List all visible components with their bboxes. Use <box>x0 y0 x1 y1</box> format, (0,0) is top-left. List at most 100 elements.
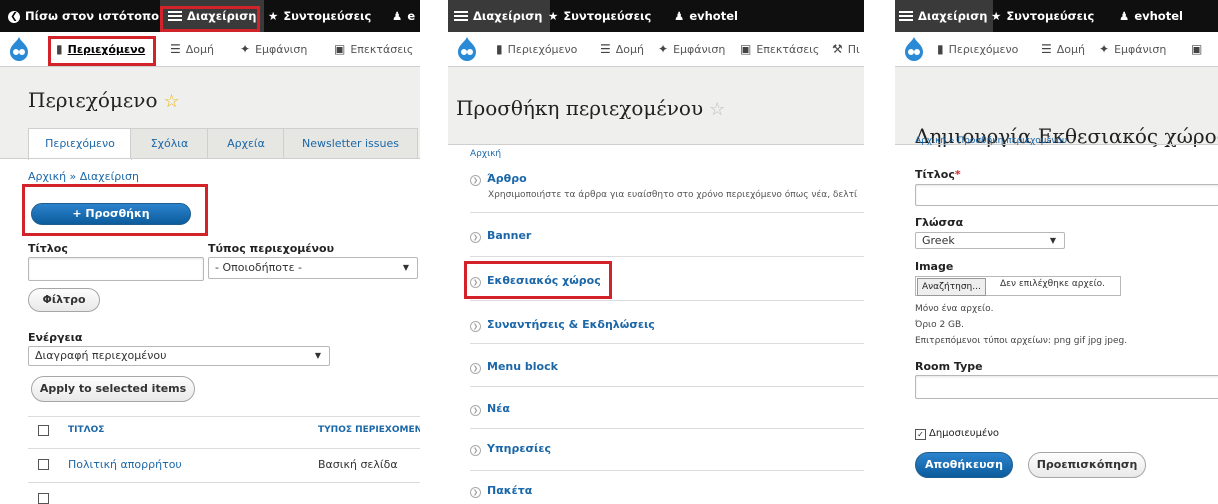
content-type-article[interactable]: ❯ Άρθρο <box>470 172 527 186</box>
apply-selected-button[interactable]: Apply to selected items <box>31 376 195 402</box>
structure-icon: ☰ <box>170 42 181 56</box>
toolbar-manage[interactable]: Διαχείριση <box>895 0 994 32</box>
content-type-banner[interactable]: ❯ Banner <box>470 229 531 243</box>
title-label: Τίτλος* <box>915 168 961 181</box>
content-type-news[interactable]: ❯ Νέα <box>470 402 510 416</box>
language-label: Γλώσσα <box>915 216 964 229</box>
structure-icon: ☰ <box>1041 42 1052 56</box>
tray-extensions[interactable]: ▣ <box>1191 32 1207 66</box>
preview-button[interactable]: Προεπισκόπηση <box>1028 452 1146 478</box>
chevron-right-icon: ❯ <box>470 321 481 332</box>
list-divider <box>470 300 864 301</box>
dropdown-arrow-icon: ▼ <box>402 263 409 272</box>
drupal-logo-icon <box>905 37 923 61</box>
toolbar-user[interactable]: ♟ evhotel <box>1119 0 1183 32</box>
user-icon: ♟ <box>1119 9 1130 23</box>
breadcrumb-separator: » <box>949 136 955 146</box>
content-type-select[interactable]: - Οποιοδήποτε - ▼ <box>208 257 418 279</box>
room-type-label: Room Type <box>915 360 983 373</box>
action-select[interactable]: Διαγραφή περιεχομένου ▼ <box>28 346 330 366</box>
breadcrumb-home[interactable]: Αρχική <box>28 170 66 183</box>
image-file-field: Αναζήτηση... Δεν επιλέχθηκε αρχείο. <box>915 276 1121 296</box>
highlight-content <box>48 36 156 66</box>
tab-comments[interactable]: Σχόλια <box>130 128 209 159</box>
chevron-right-icon: ❯ <box>470 363 481 374</box>
tray-more[interactable]: ⚒ Πι <box>832 32 860 66</box>
breadcrumb: Αρχική » Προσθήκη περιεχομένου <box>915 136 1067 146</box>
admin-toolbar: Διαχείριση ★ Συντομεύσεις ♟ evhotel <box>895 0 1218 32</box>
breadcrumb-home[interactable]: Αρχική <box>470 149 501 159</box>
tray-structure[interactable]: ☰ Δομή <box>170 32 214 66</box>
back-to-site-link[interactable]: ❮ Πίσω στον ιστότοπο <box>8 0 159 32</box>
required-mark: * <box>954 168 961 181</box>
filter-button[interactable]: Φίλτρο <box>28 288 100 312</box>
row-title-link[interactable]: Πολιτική απορρήτου <box>68 458 182 471</box>
tray-extensions[interactable]: ▣ Επεκτάσεις <box>334 32 413 66</box>
image-label: Image <box>915 260 954 273</box>
tray-appearance[interactable]: ✦ Εμφάνιση <box>240 32 307 66</box>
toolbar-shortcuts[interactable]: ★ Συντομεύσεις <box>548 0 651 32</box>
page-title: Περιεχόμενο ☆ <box>28 88 180 112</box>
drupal-logo-icon <box>10 37 28 61</box>
table-header-line <box>28 448 420 449</box>
highlight-exhibition-space <box>464 261 612 299</box>
content-type-meetings-events[interactable]: ❯ Συναντήσεις & Εκδηλώσεις <box>470 318 655 332</box>
room-type-input[interactable] <box>915 375 1218 399</box>
select-all-checkbox[interactable] <box>38 425 49 436</box>
breadcrumb: Αρχική » Διαχείριση <box>28 170 139 183</box>
toolbar-user[interactable]: ♟ e <box>392 0 415 32</box>
structure-icon: ☰ <box>600 42 611 56</box>
tray-content[interactable]: ▮ Περιεχόμενο <box>937 32 1018 66</box>
menu-icon <box>454 11 468 21</box>
page-title: Προσθήκη περιεχομένου ☆ <box>456 96 726 120</box>
breadcrumb-home[interactable]: Αρχική <box>915 136 946 146</box>
tab-newsletter-issues[interactable]: Newsletter issues <box>283 128 418 159</box>
dropdown-arrow-icon: ▼ <box>314 351 321 360</box>
list-divider <box>470 386 864 387</box>
breadcrumb-manage[interactable]: Διαχείριση <box>80 170 139 183</box>
save-button[interactable]: Αποθήκευση <box>915 452 1013 478</box>
tray-appearance[interactable]: ✦ Εμφάνιση <box>1099 32 1166 66</box>
breadcrumb-add-content[interactable]: Προσθήκη περιεχομένου <box>957 136 1067 146</box>
paint-icon: ✦ <box>240 42 251 56</box>
title-input[interactable] <box>915 184 1218 206</box>
tab-files[interactable]: Αρχεία <box>207 128 285 159</box>
column-header-title[interactable]: ΤΙΤΛΟΣ <box>68 425 104 435</box>
toolbar-user[interactable]: ♟ evhotel <box>674 0 738 32</box>
tray-extensions[interactable]: ▣ Επεκτάσεις <box>740 32 819 66</box>
puzzle-icon: ▣ <box>334 42 346 56</box>
toolbar-shortcuts[interactable]: ★ Συντομεύσεις <box>268 0 371 32</box>
help-size-limit: Όριο 2 GB. <box>915 320 965 330</box>
published-checkbox[interactable]: ✓ <box>915 429 926 440</box>
language-select[interactable]: Greek ▼ <box>915 232 1065 249</box>
tray-appearance[interactable]: ✦ Εμφάνιση <box>658 32 725 66</box>
row-checkbox[interactable] <box>38 459 49 470</box>
help-allowed-types: Επιτρεπόμενοι τύποι αρχείων: png gif jpg… <box>915 336 1128 346</box>
content-type-packages[interactable]: ❯ Πακέτα <box>470 484 532 498</box>
tray-content[interactable]: ▮ Περιεχόμενο <box>496 32 577 66</box>
chevron-right-icon: ❯ <box>470 405 481 416</box>
content-type-filter-label: Τύπος περιεχομένου <box>208 242 334 255</box>
user-icon: ♟ <box>674 9 685 23</box>
paint-icon: ✦ <box>1099 42 1110 56</box>
tray-structure[interactable]: ☰ Δομή <box>600 32 644 66</box>
dropdown-arrow-icon: ▼ <box>1049 236 1056 245</box>
column-header-type[interactable]: ΤΥΠΟΣ ΠΕΡΙΕΧΟΜΕΝ <box>318 425 420 435</box>
row-checkbox[interactable] <box>38 493 49 504</box>
admin-tray: ▮ Περιεχόμενο ☰ Δομή ✦ Εμφάνιση ▣ <box>895 32 1218 67</box>
paint-icon: ✦ <box>658 42 669 56</box>
toolbar-manage[interactable]: Διαχείριση <box>448 0 551 32</box>
content-type-services[interactable]: ❯ Υπηρεσίες <box>470 442 551 456</box>
shortcut-star-icon[interactable]: ☆ <box>709 99 725 120</box>
title-filter-input[interactable] <box>28 257 204 281</box>
tab-content[interactable]: Περιεχόμενο <box>28 128 132 160</box>
toolbar-shortcuts[interactable]: ★ Συντομεύσεις <box>991 0 1094 32</box>
title-filter-label: Τίτλος <box>28 242 68 255</box>
tray-structure[interactable]: ☰ Δομή <box>1041 32 1085 66</box>
content-overview-panel: ❮ Πίσω στον ιστότοπο Διαχείριση ★ Συντομεύ… <box>0 0 420 504</box>
shortcut-star-icon[interactable]: ☆ <box>163 91 179 112</box>
content-type-menu-block[interactable]: ❯ Menu block <box>470 360 558 374</box>
star-icon: ★ <box>548 9 559 23</box>
browse-button[interactable]: Αναζήτηση... <box>917 278 986 296</box>
back-arrow-icon: ❮ <box>8 11 20 23</box>
